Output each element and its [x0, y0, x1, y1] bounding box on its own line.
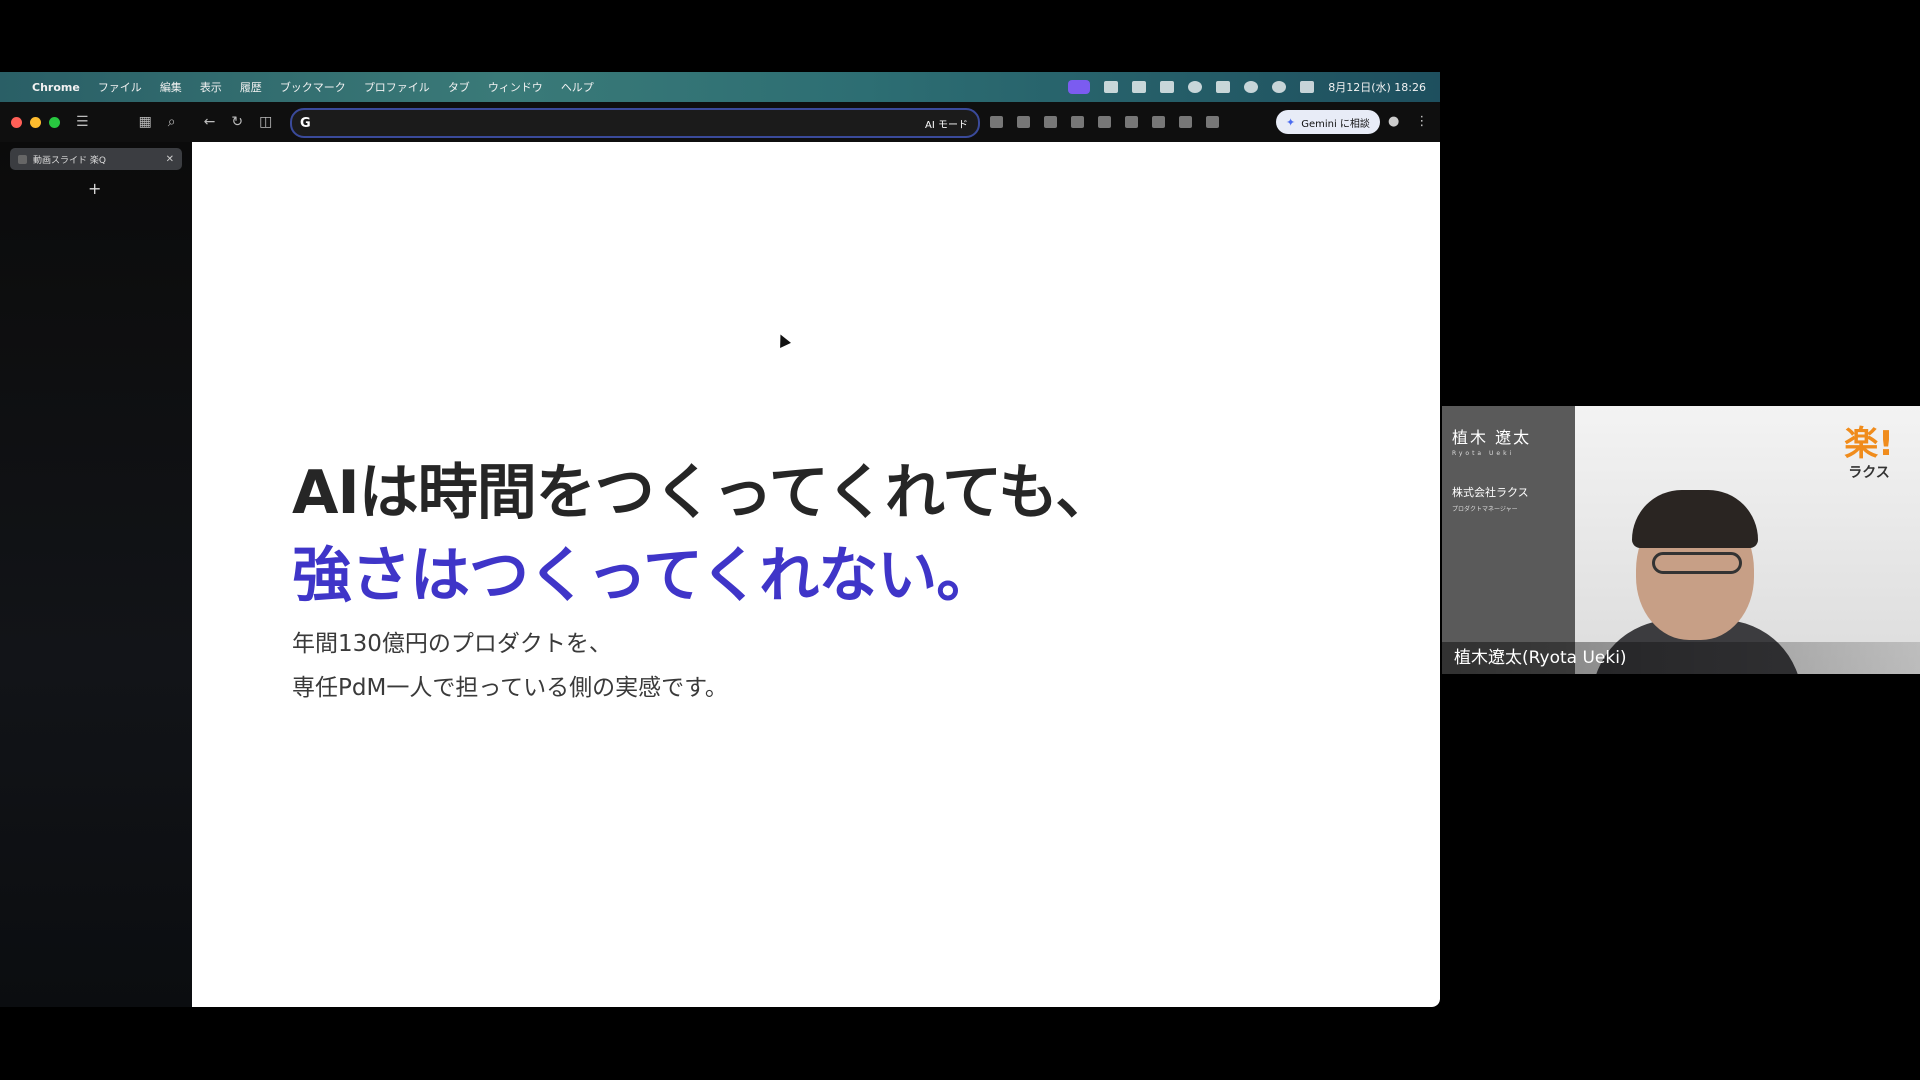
- speaker-video-tile: 植木 遼太 Ryota Ueki 株式会社ラクス プロダクトマネージャー 楽! …: [1442, 406, 1920, 674]
- reload-icon[interactable]: ↻: [231, 114, 243, 130]
- tab-search-icon[interactable]: ⌕: [168, 114, 176, 130]
- split-view-icon[interactable]: ◫: [259, 114, 272, 130]
- browser-toolbar: ☰ ▦ ⌕ ← ↻ ◫ G AI モード ✦ Gemini に相談 ● ⋮: [0, 102, 1440, 142]
- speaker-name-romaji: Ryota Ueki: [1452, 450, 1515, 457]
- new-tab-button[interactable]: +: [88, 179, 101, 198]
- profile-icon[interactable]: ●: [1388, 114, 1399, 129]
- gemini-button[interactable]: ✦ Gemini に相談: [1276, 110, 1380, 134]
- control-center-icon[interactable]: [1300, 81, 1315, 93]
- menu-window[interactable]: ウィンドウ: [488, 79, 543, 95]
- address-bar[interactable]: G AI モード: [290, 108, 980, 138]
- gemini-label: Gemini に相談: [1301, 118, 1370, 130]
- slide-body-line2: 専任PdM一人で担っている側の実感です。: [292, 675, 728, 701]
- extensions-puzzle-icon[interactable]: [1179, 116, 1192, 128]
- extension-icon[interactable]: [1125, 116, 1138, 128]
- address-input[interactable]: [318, 115, 926, 131]
- speaker-name-jp: 植木 遼太: [1452, 428, 1532, 447]
- slide-body-line1: 年間130億円のプロダクトを、: [292, 631, 612, 657]
- battery-icon[interactable]: [1216, 81, 1231, 93]
- menu-history[interactable]: 履歴: [240, 79, 262, 95]
- menu-tab[interactable]: タブ: [448, 79, 470, 95]
- window-zoom-button[interactable]: [49, 116, 60, 128]
- slide-page: AIは時間をつくってくれても、 強さはつくってくれない。 年間130億円のプロダ…: [192, 142, 1440, 1007]
- menubar-status-area: 8月12日(水) 18:26: [1068, 72, 1426, 102]
- menu-file[interactable]: ファイル: [98, 79, 142, 95]
- play-icon[interactable]: [1188, 81, 1203, 93]
- extension-icon[interactable]: [1044, 116, 1057, 128]
- menu-edit[interactable]: 編集: [160, 79, 182, 95]
- tab-favicon-icon: [18, 154, 27, 164]
- extension-icon[interactable]: [1152, 116, 1165, 128]
- status-icon[interactable]: [1104, 81, 1119, 93]
- menu-profile[interactable]: プロファイル: [364, 79, 430, 95]
- shared-screen: Chrome ファイル 編集 表示 履歴 ブックマーク プロファイル タブ ウィ…: [0, 72, 1440, 1007]
- extension-icon[interactable]: [1017, 116, 1030, 128]
- speaker-company: 株式会社ラクス: [1452, 486, 1529, 499]
- tab-title: 動画スライド 楽Q: [33, 155, 106, 166]
- slide-headline-line2: 強さはつくってくれない。: [292, 541, 996, 611]
- extension-icon[interactable]: [1098, 116, 1111, 128]
- status-icon[interactable]: [1160, 81, 1175, 93]
- devtools-icon[interactable]: [1206, 116, 1219, 128]
- search-icon[interactable]: [1272, 81, 1287, 93]
- status-icon[interactable]: [1132, 81, 1147, 93]
- gemini-sparkle-icon: ✦: [1286, 115, 1296, 129]
- extension-icon[interactable]: [1071, 116, 1084, 128]
- window-minimize-button[interactable]: [30, 116, 41, 128]
- tab-grid-icon[interactable]: ▦: [139, 114, 152, 130]
- company-logo: 楽! ラクス: [1834, 426, 1904, 482]
- logo-text: ラクス: [1848, 465, 1890, 481]
- extensions-area: [990, 116, 1219, 128]
- speaker-info-panel: 植木 遼太 Ryota Ueki 株式会社ラクス プロダクトマネージャー: [1442, 406, 1575, 674]
- macos-menubar: Chrome ファイル 編集 表示 履歴 ブックマーク プロファイル タブ ウィ…: [0, 72, 1440, 102]
- mouse-cursor-icon: [775, 332, 791, 348]
- tab-close-icon[interactable]: ✕: [166, 154, 174, 165]
- google-icon: G: [300, 115, 311, 131]
- more-menu-icon[interactable]: ⋮: [1415, 114, 1428, 129]
- participant-name-label: 植木遼太(Ryota Ueki): [1442, 642, 1920, 674]
- wifi-icon[interactable]: [1244, 81, 1259, 93]
- menu-bookmarks[interactable]: ブックマーク: [280, 79, 346, 95]
- extension-icon[interactable]: [990, 116, 1003, 128]
- sidebar-toggle-icon[interactable]: ☰: [76, 114, 89, 130]
- ai-mode-button[interactable]: AI モード: [925, 116, 968, 131]
- menubar-datetime[interactable]: 8月12日(水) 18:26: [1328, 79, 1426, 95]
- menu-help[interactable]: ヘルプ: [561, 79, 594, 95]
- menu-app-name[interactable]: Chrome: [32, 81, 80, 94]
- vertical-tabs-sidebar: [0, 142, 192, 1007]
- browser-tab[interactable]: 動画スライド 楽Q ✕: [10, 148, 182, 170]
- speaker-role: プロダクトマネージャー: [1452, 506, 1518, 513]
- logo-mark: 楽!: [1844, 424, 1894, 464]
- speaker-glasses: [1652, 552, 1742, 574]
- menu-view[interactable]: 表示: [200, 79, 222, 95]
- screen-share-icon[interactable]: [1068, 80, 1091, 94]
- slide-headline-line1: AIは時間をつくってくれても、: [292, 458, 1115, 528]
- back-icon[interactable]: ←: [204, 114, 216, 130]
- toolbar-right: ● ⋮: [1388, 114, 1428, 129]
- window-close-button[interactable]: [11, 116, 22, 128]
